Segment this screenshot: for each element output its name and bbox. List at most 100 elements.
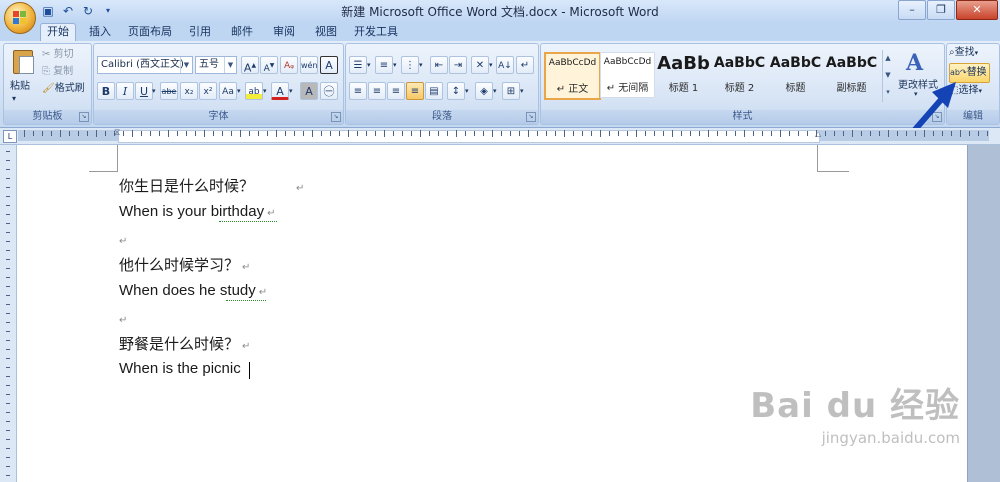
char-border-icon[interactable]: A [320,56,338,74]
close-button[interactable]: ✕ [956,0,998,20]
ruler-tick [897,131,898,136]
clear-format-icon[interactable]: Aᵩ [280,56,298,74]
superscript-button[interactable]: x² [199,82,217,100]
char-shading-button[interactable]: A [300,82,318,100]
ruler-tick [888,130,889,137]
ruler-tick [807,131,808,136]
gallery-down-icon[interactable]: ▼ [883,67,893,84]
ruler-tick [645,131,646,136]
tab-developer[interactable]: 开发工具 [352,24,400,40]
phonetic-guide-icon[interactable]: wén [300,56,318,74]
subscript-button[interactable]: x₂ [180,82,198,100]
restore-button[interactable]: ❐ [927,0,955,20]
bullets-icon[interactable]: ☰ [349,56,367,74]
doc-line[interactable]: ↵ [119,310,127,327]
chinese-layout-icon[interactable]: ✕ [471,56,489,74]
ruler-tick [6,430,10,431]
align-left-icon[interactable]: ≡ [349,82,367,100]
shading-icon[interactable]: ◈ [475,82,493,100]
doc-line[interactable]: When is your birthday ↵ [119,203,275,220]
font-color-button[interactable]: A [271,82,289,100]
format-painter-button[interactable]: 🖌格式刷 [42,80,85,98]
chinese-layout-dropdown-icon[interactable]: ▾ [489,56,493,74]
change-case-button[interactable]: Aa [219,82,237,100]
tab-review[interactable]: 审阅 [268,24,300,40]
doc-line[interactable]: When does he study ↵ [119,282,267,299]
gallery-more-icon[interactable]: ▾ [883,84,893,101]
align-right-icon[interactable]: ≡ [387,82,405,100]
style-card-no-spacing[interactable]: AaBbCcDd ↵ 无间隔 [600,52,655,98]
bullets-dropdown-icon[interactable]: ▾ [367,56,371,74]
gallery-up-icon[interactable]: ▲ [883,50,893,67]
grow-font-icon[interactable]: A▲ [241,56,259,75]
clipboard-launcher-icon[interactable]: ↘ [79,112,89,122]
style-card-title[interactable]: AaBbC 标题 [768,52,823,98]
sort-icon[interactable]: A↓ [496,56,514,74]
ruler-tick [825,131,826,136]
strikethrough-button[interactable]: abe [160,82,178,100]
decrease-indent-icon[interactable]: ⇤ [430,56,448,74]
paragraph-launcher-icon[interactable]: ↘ [526,112,536,122]
tab-page-layout[interactable]: 页面布局 [126,24,174,40]
increase-indent-icon[interactable]: ⇥ [449,56,467,74]
font-launcher-icon[interactable]: ↘ [331,112,341,122]
ruler-tick [348,130,349,137]
paste-dropdown-icon[interactable]: ▾ [12,90,16,108]
style-card-subtitle[interactable]: AaBbC 副标题 [824,52,879,98]
numbering-dropdown-icon[interactable]: ▾ [393,56,397,74]
crop-mark [817,145,818,172]
doc-line[interactable]: 他什么时候学习？ ↵ [119,254,250,275]
tab-home[interactable]: 开始 [40,23,76,42]
font-size-combo[interactable]: 五号 ▼ [195,56,237,74]
tab-view[interactable]: 视图 [310,24,342,40]
numbering-icon[interactable]: ≡ [375,56,393,74]
line-spacing-icon[interactable]: ↕ [447,82,465,100]
horizontal-ruler[interactable]: L ⧖ △ [0,128,1000,145]
minimize-button[interactable]: – [898,0,926,20]
multilevel-list-icon[interactable]: ⋮ [401,56,419,74]
ruler-tick [213,131,214,136]
doc-line[interactable]: When is the picnic [119,360,244,377]
distributed-icon[interactable]: ▤ [425,82,443,100]
tab-insert[interactable]: 插入 [84,24,116,40]
chevron-down-icon[interactable]: ▼ [180,57,192,73]
style-gallery-scroll[interactable]: ▲ ▼ ▾ [882,50,893,102]
ruler-tick [6,178,10,179]
font-name-combo[interactable]: Calibri (西文正文) ▼ [97,56,193,74]
align-center-icon[interactable]: ≡ [368,82,386,100]
tab-references[interactable]: 引用 [184,24,216,40]
chevron-down-icon[interactable]: ▼ [224,57,236,73]
font-color-dropdown-icon[interactable]: ▾ [289,82,293,100]
style-card-heading1[interactable]: AaBb 标题 1 [656,52,711,98]
tab-mailings[interactable]: 邮件 [226,24,258,40]
underline-button[interactable]: U [135,82,153,100]
cut-button[interactable]: ✂ 剪切 [42,46,74,64]
doc-line[interactable]: 野餐是什么时候？ ↵ [119,333,250,354]
bold-button[interactable]: B [97,82,115,100]
ruler-tick [654,131,655,136]
doc-line[interactable]: ↵ [119,231,127,248]
find-button[interactable]: ⌕查找▾ [949,44,978,62]
highlight-dropdown-icon[interactable]: ▾ [263,82,267,100]
highlight-button[interactable]: ab [245,82,263,100]
office-button[interactable] [4,2,36,34]
style-card-heading2[interactable]: AaBbC 标题 2 [712,52,767,98]
doc-line[interactable]: 你生日是什么时候？ ↵ [119,175,304,196]
style-card-normal[interactable]: AaBbCcDd ↵ 正文 [544,52,601,100]
ruler-tick [717,131,718,136]
paste-button[interactable] [10,48,36,76]
multilevel-dropdown-icon[interactable]: ▾ [419,56,423,74]
shading-dropdown-icon[interactable]: ▾ [493,82,497,100]
copy-button[interactable]: ⎘ 复制 [42,63,73,81]
borders-icon[interactable]: ⊞ [502,82,520,100]
enclose-chars-button[interactable]: ㊀ [320,82,338,100]
line-spacing-dropdown-icon[interactable]: ▾ [465,82,469,100]
shrink-font-icon[interactable]: A▼ [260,56,278,74]
vertical-ruler[interactable] [0,145,17,482]
underline-dropdown-icon[interactable]: ▾ [152,82,156,100]
italic-button[interactable]: I [116,82,134,100]
show-marks-icon[interactable]: ↵ [516,56,534,74]
justify-icon[interactable]: ≡ [406,82,424,100]
borders-dropdown-icon[interactable]: ▾ [520,82,524,100]
change-case-dropdown-icon[interactable]: ▾ [237,82,241,100]
